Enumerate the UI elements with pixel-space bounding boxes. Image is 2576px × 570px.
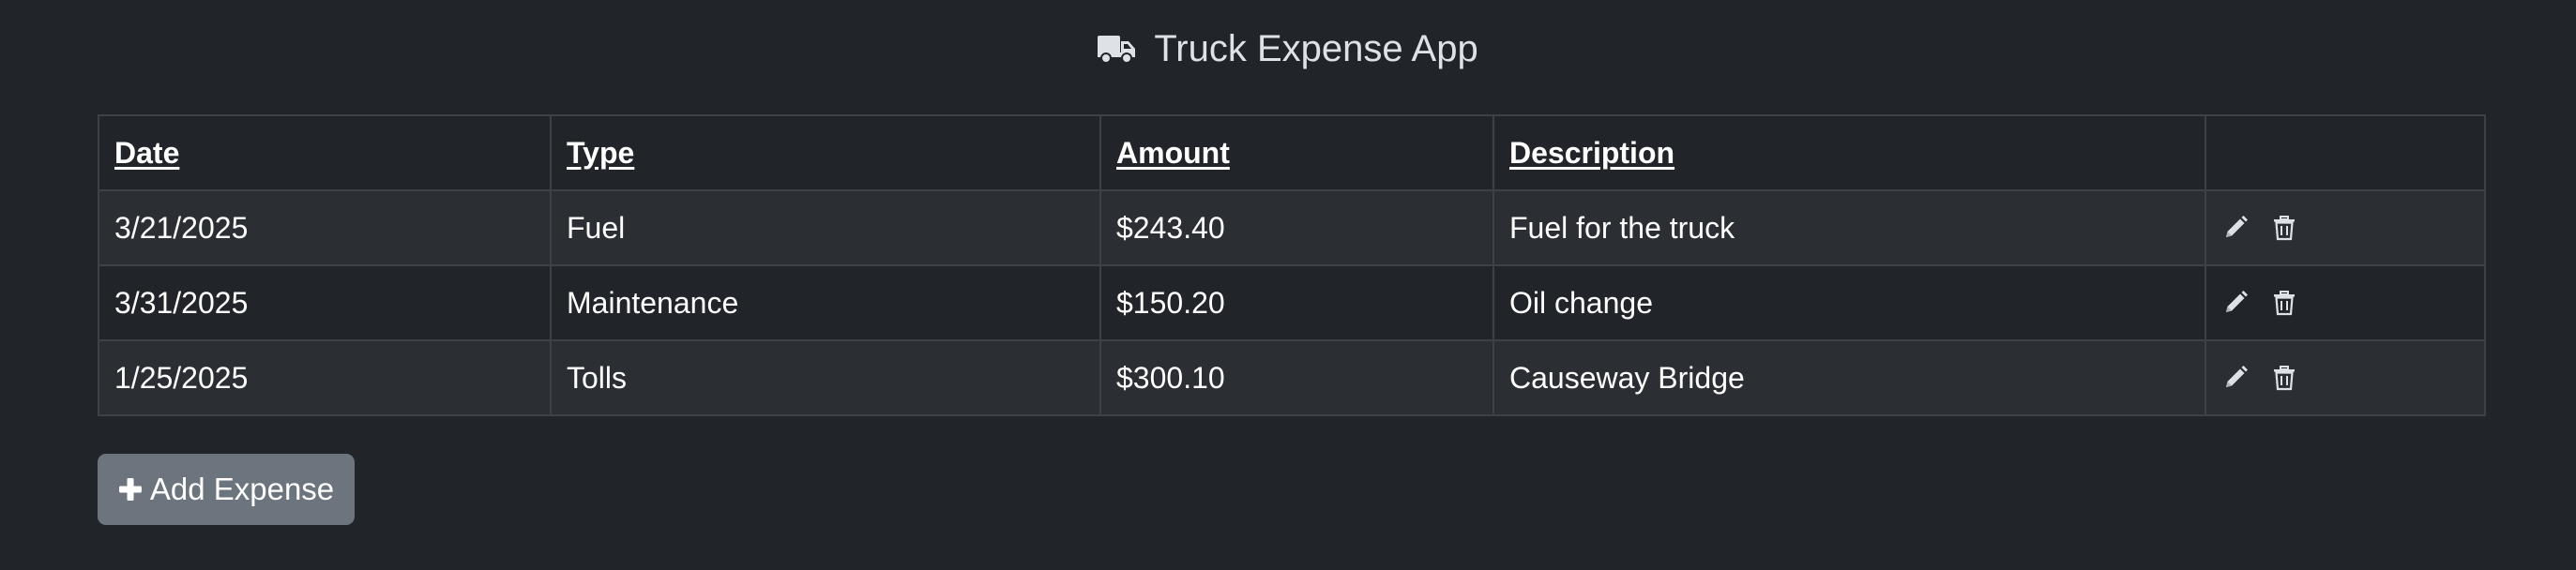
cell-date: 1/25/2025: [98, 339, 552, 416]
table-row: 3/31/2025 Maintenance $150.20 Oil change: [98, 264, 2486, 341]
cell-amount: $150.20: [1099, 264, 1494, 341]
column-header-date[interactable]: Date: [98, 114, 552, 191]
page-title-text: Truck Expense App: [1154, 27, 1478, 69]
trash-icon[interactable]: [2270, 214, 2298, 242]
page-title: Truck Expense App: [0, 21, 2576, 77]
cell-type: Tolls: [550, 339, 1101, 416]
column-header-type[interactable]: Type: [550, 114, 1101, 191]
pencil-icon[interactable]: [2221, 289, 2250, 317]
truck-icon: [1098, 32, 1136, 66]
table-row: 1/25/2025 Tolls $300.10 Causeway Bridge: [98, 339, 2486, 416]
cell-date: 3/31/2025: [98, 264, 552, 341]
cell-description: Fuel for the truck: [1493, 189, 2206, 266]
cell-type: Maintenance: [550, 264, 1101, 341]
column-header-actions: [2205, 114, 2486, 191]
cell-description: Oil change: [1493, 264, 2206, 341]
cell-amount: $300.10: [1099, 339, 1494, 416]
cell-description: Causeway Bridge: [1493, 339, 2206, 416]
cell-date: 3/21/2025: [98, 189, 552, 266]
add-expense-label: Add Expense: [149, 472, 335, 506]
column-header-amount[interactable]: Amount: [1099, 114, 1494, 191]
cell-actions: [2205, 189, 2486, 266]
table-row: 3/21/2025 Fuel $243.40 Fuel for the truc…: [98, 189, 2486, 266]
trash-icon[interactable]: [2270, 289, 2298, 317]
plus-icon: [118, 477, 143, 502]
app-container: Truck Expense App Date Type Amount Descr…: [0, 0, 2576, 570]
cell-actions: [2205, 339, 2486, 416]
trash-icon[interactable]: [2270, 364, 2298, 392]
cell-amount: $243.40: [1099, 189, 1494, 266]
add-expense-button[interactable]: Add Expense: [98, 454, 355, 525]
pencil-icon[interactable]: [2221, 214, 2250, 242]
pencil-icon[interactable]: [2221, 364, 2250, 392]
cell-type: Fuel: [550, 189, 1101, 266]
cell-actions: [2205, 264, 2486, 341]
column-header-description[interactable]: Description: [1493, 114, 2206, 191]
table-header-row: Date Type Amount Description: [98, 114, 2486, 191]
expenses-table: Date Type Amount Description 3/21/2025 F…: [98, 114, 2486, 416]
